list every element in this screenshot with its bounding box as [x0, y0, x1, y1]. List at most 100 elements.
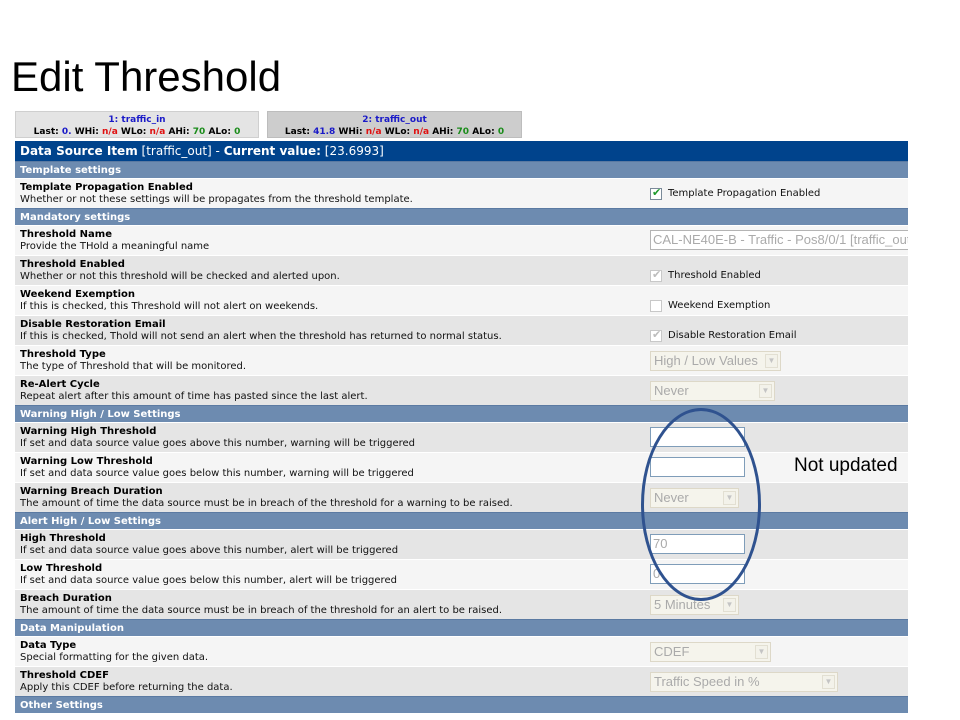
chevron-down-icon: ▼ — [723, 491, 736, 505]
header-prefix: Data Source Item — [20, 144, 138, 158]
alo-label: ALo: — [472, 127, 495, 137]
field-title: Threshold Type — [20, 349, 106, 360]
last-value: 41.8 — [313, 127, 336, 137]
row-warning-breach: Warning Breach Duration The amount of tim… — [15, 482, 908, 512]
last-label: Last: — [33, 127, 59, 137]
row-realert-cycle: Re-Alert Cycle Repeat alert after this am… — [15, 375, 908, 405]
threshold-name-input[interactable]: CAL-NE40E-B - Traffic - Pos8/0/1 [traffi… — [650, 230, 908, 250]
field-title: Threshold Name — [20, 229, 112, 240]
breach-duration-select[interactable]: 5 Minutes ▼ — [650, 595, 739, 615]
section-data-manipulation: Data Manipulation — [15, 619, 908, 636]
field-description: Special formatting for the given data. — [20, 652, 209, 663]
check-icon: ✔ — [652, 267, 662, 281]
section-other-settings: Other Settings — [15, 696, 908, 713]
chevron-down-icon: ▼ — [723, 598, 736, 612]
threshold-form: Data Source Item [traffic_out] - Current… — [15, 141, 908, 720]
row-breach-duration: Breach Duration The amount of time the da… — [15, 589, 908, 619]
field-title: Disable Restoration Email — [20, 319, 166, 330]
tab-stats: Last: 41.8 WHi: n/a WLo: n/a AHi: 70 ALo… — [268, 126, 521, 138]
field-title: Threshold Enabled — [20, 259, 125, 270]
threshold-cdef-select[interactable]: Traffic Speed in % ▼ — [650, 672, 838, 692]
row-threshold-cdef: Threshold CDEF Apply this CDEF before ret… — [15, 666, 908, 696]
field-title: Threshold CDEF — [20, 670, 109, 681]
field-description: If this is checked, Thold will not send … — [20, 331, 502, 342]
threshold-enabled-checkbox[interactable]: ✔ — [650, 267, 662, 282]
slide-title: Edit Threshold — [11, 53, 282, 100]
chevron-down-icon: ▼ — [759, 384, 772, 398]
warning-breach-select[interactable]: Never ▼ — [650, 488, 739, 508]
row-threshold-type: Threshold Type The type of Threshold that… — [15, 345, 908, 375]
field-description: If set and data source value goes below … — [20, 575, 397, 586]
last-label: Last: — [284, 127, 310, 137]
template-propagation-checkbox[interactable]: ✔ — [650, 185, 662, 200]
row-warning-high: Warning High Threshold If set and data so… — [15, 422, 908, 452]
threshold-type-select[interactable]: High / Low Values ▼ — [650, 351, 781, 371]
high-threshold-input[interactable]: 70 — [650, 534, 745, 554]
data-type-select[interactable]: CDEF ▼ — [650, 642, 771, 662]
field-description: If set and data source value goes above … — [20, 438, 415, 449]
selected-value: CDEF — [654, 644, 690, 659]
section-alert-settings: Alert High / Low Settings — [15, 512, 908, 529]
form-header: Data Source Item [traffic_out] - Current… — [15, 141, 908, 161]
checkbox-label: Weekend Exemption — [668, 300, 771, 311]
field-description: Whether or not this threshold will be ch… — [20, 271, 340, 282]
field-description: Whether or not these settings will be pr… — [20, 194, 413, 205]
field-description: If set and data source value goes above … — [20, 545, 399, 556]
selected-value: Never — [654, 490, 689, 505]
row-high-threshold: High Threshold If set and data source val… — [15, 529, 908, 559]
section-mandatory-settings: Mandatory settings — [15, 208, 908, 225]
field-description: Provide the THold a meaningful name — [20, 241, 210, 252]
row-threshold-name: Threshold Name Provide the THold a meanin… — [15, 225, 908, 255]
field-description: Repeat alert after this amount of time h… — [20, 391, 368, 402]
alo-value: 0 — [497, 127, 505, 137]
field-title: Data Type — [20, 640, 77, 651]
whi-value: n/a — [365, 127, 382, 137]
disable-restoration-checkbox[interactable]: ✔ — [650, 328, 662, 342]
tab-traffic-out[interactable]: 2: traffic_out Last: 41.8 WHi: n/a WLo: … — [267, 111, 522, 138]
warning-low-input[interactable] — [650, 457, 745, 477]
selected-value: High / Low Values — [654, 353, 758, 368]
wlo-value: n/a — [413, 127, 430, 137]
low-threshold-input[interactable]: 0 — [650, 564, 745, 584]
annotation-label: Not updated — [794, 455, 898, 476]
row-weekend-exemption: Weekend Exemption If this is checked, thi… — [15, 285, 908, 315]
wlo-label: WLo: — [384, 127, 411, 137]
header-current-label: Current value: — [223, 144, 321, 158]
field-description: The amount of time the data source must … — [20, 605, 503, 616]
checkbox-label: Template Propagation Enabled — [668, 188, 821, 199]
chevron-down-icon: ▼ — [765, 354, 778, 368]
field-description: Apply this CDEF before returning the dat… — [20, 682, 233, 693]
wlo-value: n/a — [149, 127, 166, 137]
field-description: The type of Threshold that will be monit… — [20, 361, 247, 372]
whi-label: WHi: — [74, 127, 99, 137]
field-description: If set and data source value goes below … — [20, 468, 414, 479]
field-description: The amount of time the data source must … — [20, 498, 513, 509]
whi-label: WHi: — [338, 127, 363, 137]
section-template-settings: Template settings — [15, 161, 908, 178]
weekend-exemption-checkbox[interactable] — [650, 299, 662, 312]
chevron-down-icon: ▼ — [822, 675, 835, 689]
field-title: Breach Duration — [20, 593, 112, 604]
field-title: Weekend Exemption — [20, 289, 135, 300]
warning-high-input[interactable] — [650, 427, 745, 447]
row-data-type: Data Type Special formatting for the give… — [15, 636, 908, 666]
tab-stats: Last: 0. WHi: n/a WLo: n/a AHi: 70 ALo: … — [16, 126, 258, 138]
section-warning-settings: Warning High / Low Settings — [15, 405, 908, 422]
field-title: Warning Breach Duration — [20, 486, 163, 497]
header-current-value: [23.6993] — [320, 144, 384, 158]
field-title: High Threshold — [20, 533, 106, 544]
header-item: [traffic_out] - — [137, 144, 224, 158]
selected-value: Never — [654, 383, 689, 398]
check-icon: ✔ — [652, 185, 662, 199]
row-template-propagation: Template Propagation Enabled Whether or n… — [15, 178, 908, 208]
row-low-threshold: Low Threshold If set and data source valu… — [15, 559, 908, 589]
realert-cycle-select[interactable]: Never ▼ — [650, 381, 775, 401]
row-warning-low: Warning Low Threshold If set and data sou… — [15, 452, 908, 482]
alo-value: 0 — [234, 127, 241, 137]
tab-traffic-in[interactable]: 1: traffic_in Last: 0. WHi: n/a WLo: n/a… — [15, 111, 259, 138]
field-title: Template Propagation Enabled — [20, 182, 193, 193]
field-title: Low Threshold — [20, 563, 103, 574]
ahi-label: AHi: — [432, 127, 454, 137]
field-title: Re-Alert Cycle — [20, 379, 100, 390]
checkbox-label: Disable Restoration Email — [668, 330, 797, 341]
